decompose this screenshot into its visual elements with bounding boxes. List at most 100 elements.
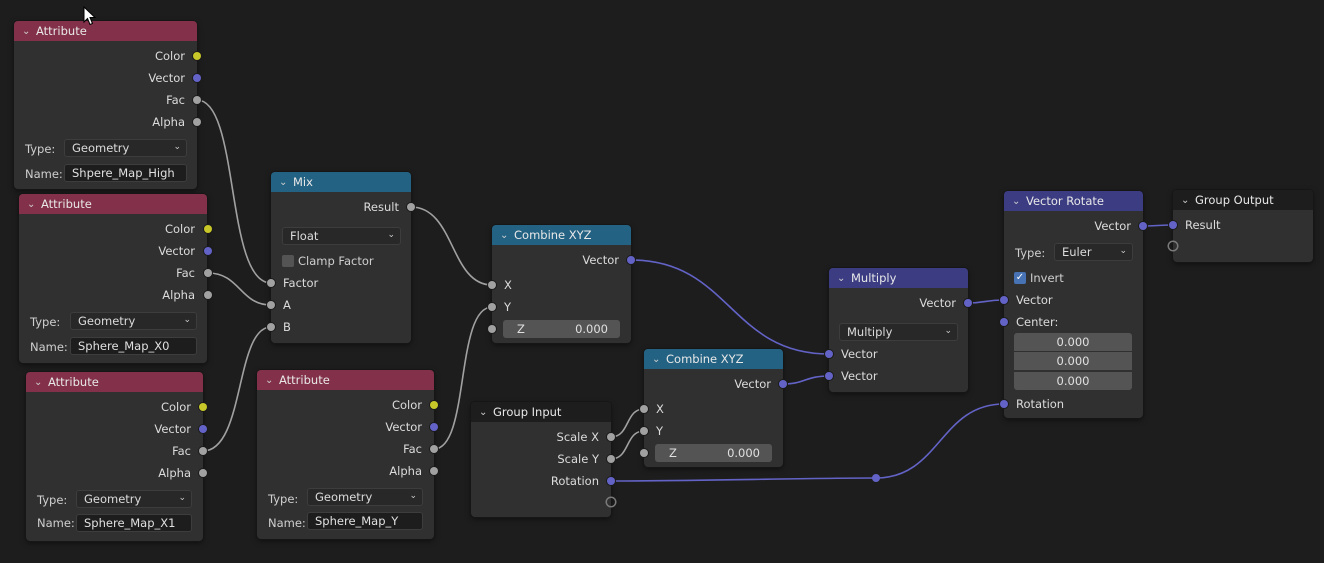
socket-vector[interactable] (430, 423, 438, 431)
socket-alpha[interactable] (430, 467, 438, 475)
chevron-down-icon[interactable]: ⌄ (479, 407, 493, 418)
socket-scale-y[interactable] (607, 455, 615, 463)
attribute-node-1[interactable]: ⌄ Attribute Color Vector Fac Alpha Type:… (14, 21, 201, 189)
combine-xyz-node-2[interactable]: ⌄ Combine XYZ Vector X Y Z 0.000 (640, 349, 787, 467)
socket-rotation[interactable] (1000, 400, 1008, 408)
socket-factor[interactable] (267, 279, 275, 287)
socket-fac[interactable] (204, 269, 212, 277)
name-field[interactable]: Sphere_Map_Y (307, 512, 423, 530)
socket-a[interactable] (267, 301, 275, 309)
socket-alpha[interactable] (193, 118, 201, 126)
data-type-dropdown[interactable]: Float ⌄ (282, 227, 401, 245)
attribute-node-3[interactable]: ⌄ Attribute Color Vector Fac Alpha Type:… (26, 372, 207, 541)
node-header[interactable]: ⌄ Group Input (471, 402, 611, 422)
socket-z[interactable] (488, 325, 496, 333)
socket-label: Color (164, 222, 195, 236)
center-y-field[interactable]: 0.000 (1014, 352, 1132, 370)
type-label: Type: (268, 492, 299, 506)
chevron-down-icon[interactable]: ⌄ (27, 199, 41, 210)
node-header[interactable]: ⌄ Attribute (14, 21, 197, 41)
node-header[interactable]: ⌄ Vector Rotate (1004, 191, 1143, 211)
operation-dropdown[interactable]: Multiply ⌄ (839, 323, 958, 341)
type-dropdown[interactable]: Geometry ⌄ (64, 139, 187, 157)
socket-vector-in[interactable] (1000, 296, 1008, 304)
socket-color[interactable] (204, 225, 212, 233)
link-multiply-to-vrotate-vector (967, 299, 1005, 304)
node-header[interactable]: ⌄ Mix (271, 172, 411, 192)
group-input-node[interactable]: ⌄ Group Input Scale X Scale Y Rotation (471, 402, 615, 517)
socket-vector[interactable] (199, 425, 207, 433)
node-header[interactable]: ⌄ Multiply (829, 268, 968, 288)
socket-y[interactable] (640, 427, 648, 435)
chevron-down-icon[interactable]: ⌄ (652, 354, 666, 365)
node-header[interactable]: ⌄ Attribute (26, 372, 203, 392)
node-header[interactable]: ⌄ Attribute (19, 194, 207, 214)
socket-color[interactable] (193, 52, 201, 60)
socket-vector[interactable] (779, 380, 787, 388)
node-header[interactable]: ⌄ Combine XYZ (492, 225, 631, 245)
multiply-node[interactable]: ⌄ Multiply Vector Multiply ⌄ Vector Vecto… (825, 268, 972, 392)
center-x-field[interactable]: 0.000 (1014, 333, 1132, 351)
attribute-node-4[interactable]: ⌄ Attribute Color Vector Fac Alpha Type:… (257, 370, 438, 539)
reroute-node[interactable] (872, 474, 880, 482)
socket-label: Y (504, 300, 512, 314)
chevron-down-icon[interactable]: ⌄ (265, 375, 279, 386)
group-output-node[interactable]: ⌄ Group Output Result (1169, 190, 1313, 262)
socket-vector-in-2[interactable] (825, 372, 833, 380)
attribute-node-2[interactable]: ⌄ Attribute Color Vector Fac Alpha Type:… (19, 194, 212, 363)
node-header[interactable]: ⌄ Attribute (257, 370, 434, 390)
combine-xyz-node-1[interactable]: ⌄ Combine XYZ Vector X Y Z 0.000 (488, 225, 635, 343)
socket-scale-x[interactable] (607, 433, 615, 441)
link-attr1-fac-to-mix-factor (196, 99, 272, 284)
socket-result[interactable] (1169, 221, 1177, 229)
name-field[interactable]: Sphere_Map_X0 (70, 337, 197, 355)
z-field[interactable]: Z 0.000 (503, 320, 620, 338)
type-dropdown[interactable]: Geometry ⌄ (307, 488, 423, 506)
socket-vector-out[interactable] (1139, 222, 1147, 230)
invert-label: Invert (1030, 271, 1064, 285)
name-field[interactable]: Sphere_Map_X1 (76, 514, 192, 532)
output-color: Color (19, 219, 207, 239)
chevron-down-icon[interactable]: ⌄ (1181, 195, 1195, 206)
clamp-factor-checkbox[interactable] (282, 255, 294, 267)
socket-center[interactable] (1000, 318, 1008, 326)
socket-alpha[interactable] (199, 469, 207, 477)
socket-alpha[interactable] (204, 291, 212, 299)
socket-fac[interactable] (430, 445, 438, 453)
socket-color[interactable] (430, 401, 438, 409)
socket-color[interactable] (199, 403, 207, 411)
type-dropdown[interactable]: Geometry ⌄ (76, 490, 192, 508)
socket-x[interactable] (488, 281, 496, 289)
chevron-down-icon[interactable]: ⌄ (500, 230, 514, 241)
chevron-down-icon[interactable]: ⌄ (1012, 196, 1026, 207)
socket-rotation[interactable] (607, 477, 615, 485)
socket-y[interactable] (488, 303, 496, 311)
socket-vector[interactable] (204, 247, 212, 255)
type-dropdown[interactable]: Euler ⌄ (1054, 243, 1133, 261)
socket-vector-out[interactable] (964, 299, 972, 307)
socket-vector-in-1[interactable] (825, 350, 833, 358)
socket-empty[interactable] (607, 498, 615, 506)
chevron-down-icon[interactable]: ⌄ (279, 177, 293, 188)
invert-checkbox[interactable]: ✓ (1014, 272, 1026, 284)
socket-result[interactable] (407, 203, 415, 211)
socket-empty[interactable] (1169, 242, 1177, 250)
z-field[interactable]: Z 0.000 (655, 444, 772, 462)
mix-node[interactable]: ⌄ Mix Result Float ⌄ Clamp Factor Factor … (267, 172, 415, 343)
node-header[interactable]: ⌄ Group Output (1173, 190, 1313, 210)
socket-vector[interactable] (193, 74, 201, 82)
socket-x[interactable] (640, 405, 648, 413)
chevron-down-icon[interactable]: ⌄ (22, 26, 36, 37)
socket-vector[interactable] (627, 256, 635, 264)
name-field[interactable]: Shpere_Map_High (64, 164, 187, 182)
vector-rotate-node[interactable]: ⌄ Vector Rotate Vector Type: Euler ⌄ ✓ In… (1000, 191, 1147, 418)
node-header[interactable]: ⌄ Combine XYZ (644, 349, 783, 369)
socket-fac[interactable] (193, 96, 201, 104)
type-dropdown[interactable]: Geometry ⌄ (70, 312, 197, 330)
chevron-down-icon[interactable]: ⌄ (34, 377, 48, 388)
socket-b[interactable] (267, 323, 275, 331)
chevron-down-icon[interactable]: ⌄ (837, 273, 851, 284)
socket-fac[interactable] (199, 447, 207, 455)
center-z-field[interactable]: 0.000 (1014, 372, 1132, 390)
socket-z[interactable] (640, 449, 648, 457)
